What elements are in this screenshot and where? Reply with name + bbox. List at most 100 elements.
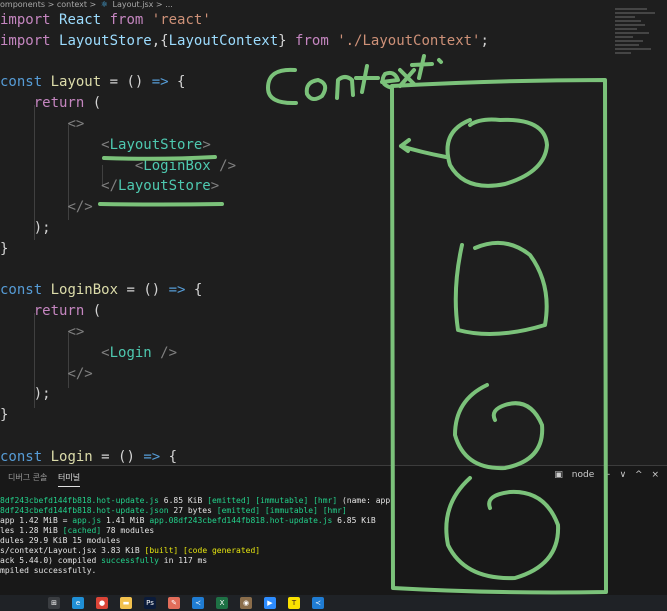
new-terminal-button[interactable]: + bbox=[603, 470, 611, 480]
code-token: const bbox=[0, 74, 43, 91]
kakaotalk-icon[interactable]: T bbox=[288, 597, 300, 609]
code-token: ); bbox=[33, 220, 51, 236]
paint-icon[interactable]: ✎ bbox=[168, 597, 180, 609]
code-token: LayoutStore bbox=[59, 32, 152, 49]
file-explorer-icon[interactable]: ▬ bbox=[120, 597, 132, 609]
code-token: = () bbox=[118, 282, 169, 299]
code-token: from bbox=[295, 32, 329, 49]
code-line[interactable]: } bbox=[0, 405, 8, 425]
code-token: </ bbox=[101, 178, 119, 195]
terminal-text: 6.85 KiB bbox=[163, 496, 208, 505]
breadcrumb-item[interactable]: context bbox=[57, 0, 87, 10]
code-token: < bbox=[101, 136, 110, 153]
terminal-dropdown-button[interactable]: ∨ bbox=[620, 470, 627, 480]
code-token: LayoutStore bbox=[109, 136, 203, 153]
code-token: Layout bbox=[50, 74, 102, 91]
terminal-text: 6.85 KiB bbox=[337, 516, 376, 525]
minimap-line bbox=[615, 52, 631, 54]
terminal-output[interactable]: 8df243cbefd144fb818.hot-update.js 6.85 K… bbox=[0, 496, 667, 576]
task-view-icon[interactable]: ⊞ bbox=[48, 597, 60, 609]
code-token: LoginBox bbox=[50, 282, 119, 299]
bottom-panel: 디버그 콘솔 터미널 ▣ node + ∨ ^ × 8df243cbefd144… bbox=[0, 465, 667, 596]
breadcrumb-separator: > bbox=[155, 0, 163, 9]
terminal-line: 8df243cbefd144fb818.hot-update.js 6.85 K… bbox=[0, 496, 667, 506]
breadcrumb-separator: > bbox=[89, 0, 97, 9]
terminal-line: app 1.42 MiB = app.js 1.41 MiB app.08df2… bbox=[0, 516, 667, 526]
code-line[interactable]: <LayoutStore> bbox=[0, 135, 211, 155]
code-token: = () bbox=[92, 448, 144, 465]
code-line[interactable]: return ( bbox=[0, 93, 101, 113]
code-line[interactable]: </> bbox=[0, 197, 93, 217]
excel-icon[interactable]: X bbox=[216, 597, 228, 609]
code-line[interactable]: </LayoutStore> bbox=[0, 176, 219, 196]
zoom-icon[interactable]: ▶ bbox=[264, 597, 276, 609]
code-line[interactable]: } bbox=[0, 239, 8, 259]
terminal-text: in 117 ms bbox=[163, 556, 208, 565]
code-token: { bbox=[168, 74, 186, 91]
panel-actions: ▣ node + ∨ ^ × bbox=[548, 470, 659, 480]
minimap-line bbox=[615, 16, 635, 18]
code-token: ); bbox=[33, 386, 51, 403]
breadcrumb-item[interactable]: ... bbox=[165, 0, 173, 10]
maximize-panel-button[interactable]: ^ bbox=[635, 470, 643, 480]
terminal-line: ack 5.44.0) compiled successfully in 117… bbox=[0, 556, 667, 566]
close-panel-button[interactable]: × bbox=[651, 470, 659, 480]
code-line[interactable]: <> bbox=[0, 114, 84, 134]
code-line[interactable]: const Login = () => { bbox=[0, 447, 177, 465]
terminal-name[interactable]: node bbox=[572, 470, 594, 480]
terminal-text: [emitted] [immutable] [hmr] bbox=[207, 496, 342, 505]
breadcrumb-item[interactable]: Layout.jsx bbox=[113, 0, 154, 10]
edge-icon[interactable]: e bbox=[72, 597, 84, 609]
code-line[interactable]: <LoginBox /> bbox=[0, 156, 236, 176]
code-editor[interactable]: import React from 'react' import LayoutSt… bbox=[0, 10, 667, 465]
code-line[interactable]: <> bbox=[0, 322, 84, 342]
tab-debug-console[interactable]: 디버그 콘솔 bbox=[8, 472, 47, 483]
terminal-text: [cached] bbox=[62, 526, 106, 535]
breadcrumb-item[interactable]: omponents bbox=[0, 0, 45, 10]
code-token: ; bbox=[480, 32, 489, 49]
code-line[interactable]: const Layout = () => { bbox=[0, 72, 185, 92]
code-line[interactable]: </> bbox=[0, 364, 92, 384]
code-token: Login bbox=[109, 344, 152, 361]
photoshop-icon[interactable]: Ps bbox=[144, 597, 156, 609]
code-line[interactable]: import LayoutStore,{LayoutContext} from … bbox=[0, 31, 489, 51]
terminal-text: 3.83 KiB bbox=[101, 546, 145, 555]
terminal-text: les 1.28 MiB bbox=[0, 526, 63, 535]
vscode-alt-icon[interactable]: ≺ bbox=[312, 597, 324, 609]
code-token: const bbox=[0, 282, 43, 299]
minimap[interactable] bbox=[615, 8, 663, 68]
vscode-icon[interactable]: ≺ bbox=[192, 597, 204, 609]
code-line[interactable]: ); bbox=[0, 384, 51, 404]
code-token: Login bbox=[50, 448, 93, 465]
code-token: < bbox=[101, 344, 110, 361]
code-line[interactable]: ); bbox=[0, 218, 51, 238]
code-line[interactable]: import React from 'react' bbox=[0, 10, 211, 30]
terminal-text: dules 29.9 KiB 15 modules bbox=[0, 536, 121, 545]
code-token: /> bbox=[151, 344, 178, 361]
chrome-icon[interactable]: ● bbox=[96, 597, 108, 609]
terminal-line: les 1.28 MiB [cached] 78 modules bbox=[0, 526, 667, 536]
code-token: return bbox=[33, 303, 85, 320]
code-line[interactable]: const LoginBox = () => { bbox=[0, 280, 202, 300]
code-token: > bbox=[210, 178, 220, 195]
code-line[interactable]: <Login /> bbox=[0, 343, 177, 363]
terminal-text: 8df243cbefd144fb818.hot-update.json bbox=[0, 506, 174, 515]
tab-terminal[interactable]: 터미널 bbox=[58, 472, 81, 487]
code-line[interactable]: return ( bbox=[0, 301, 101, 321]
code-token: => bbox=[168, 282, 186, 299]
camera-app-icon[interactable]: ◉ bbox=[240, 597, 252, 609]
code-token: </> bbox=[67, 199, 93, 216]
